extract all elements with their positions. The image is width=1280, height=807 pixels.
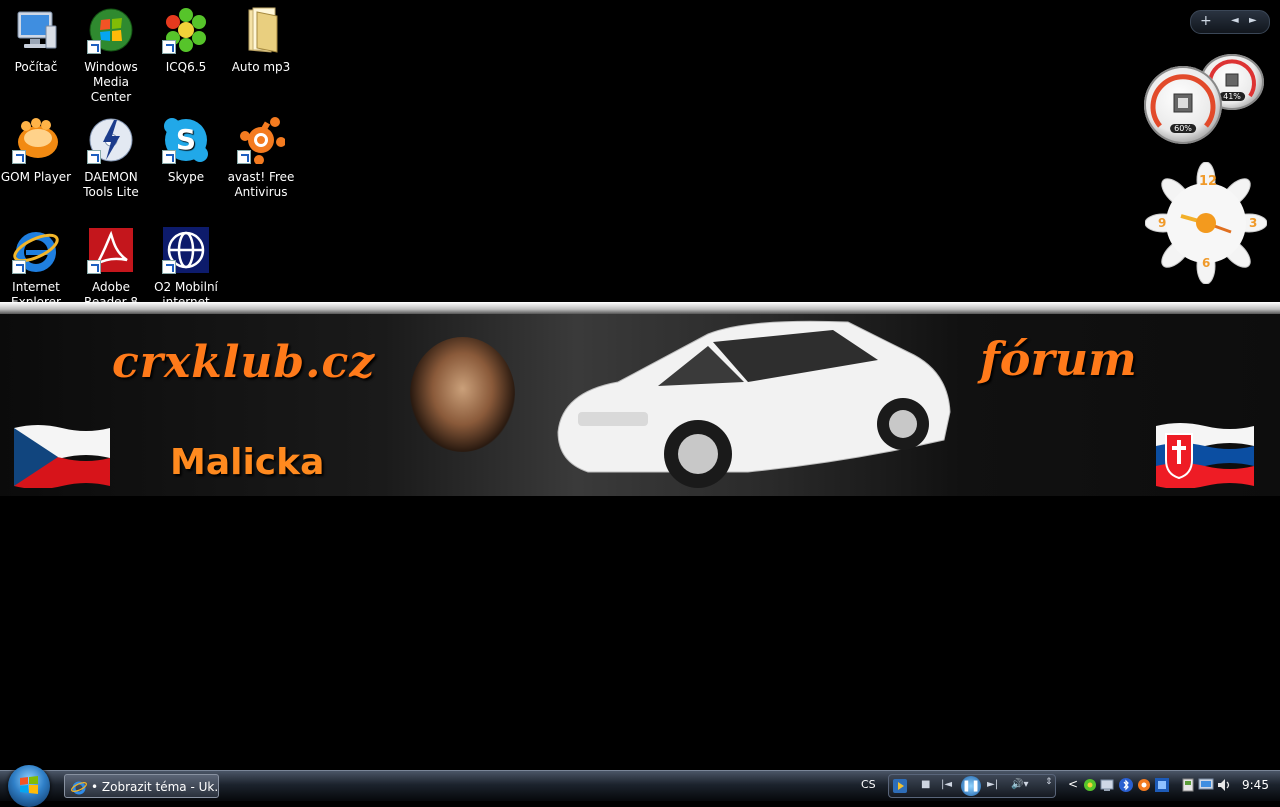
add-gadget-icon[interactable]: + bbox=[1200, 13, 1212, 29]
desktop-icon-label: ICQ6.5 bbox=[165, 60, 207, 74]
globe-icon bbox=[162, 226, 210, 274]
shortcut-arrow-icon bbox=[162, 150, 176, 164]
avast-tray-icon[interactable] bbox=[1136, 777, 1152, 793]
media-player-toolbar: ■ |◄ ❚❚ ►| 🔊▾ ⇕ bbox=[888, 774, 1056, 798]
device-tray-icon[interactable] bbox=[1180, 777, 1196, 793]
windows-logo-icon bbox=[20, 776, 38, 794]
clock-gadget[interactable]: 12 3 6 9 bbox=[1145, 162, 1267, 284]
memory-percent: 41% bbox=[1219, 92, 1245, 101]
bluetooth-tray-icon[interactable] bbox=[1118, 777, 1134, 793]
czech-flag-icon bbox=[14, 422, 110, 489]
display-tray-icon[interactable] bbox=[1198, 777, 1214, 793]
taskbar: • Zobrazit téma - Uk... CS ■ |◄ ❚❚ ►| 🔊▾… bbox=[0, 765, 1280, 807]
taskbar-window-title: • Zobrazit téma - Uk... bbox=[91, 780, 219, 794]
desktop-icon-label: Počítač bbox=[14, 60, 58, 74]
shortcut-arrow-icon bbox=[162, 260, 176, 274]
shortcut-arrow-icon bbox=[87, 150, 101, 164]
cpu-percent: 60% bbox=[1170, 124, 1196, 133]
next-track-icon[interactable]: ►| bbox=[987, 779, 998, 790]
car-image bbox=[548, 312, 968, 492]
desktop-icon-label: Auto mp3 bbox=[231, 60, 291, 74]
slovak-flag-icon bbox=[1156, 420, 1254, 489]
shortcut-arrow-icon bbox=[87, 260, 101, 274]
svg-text:S: S bbox=[176, 123, 196, 156]
restore-player-icon[interactable]: ⇕ bbox=[1045, 777, 1053, 787]
avast-icon bbox=[237, 116, 285, 164]
previous-track-icon[interactable]: |◄ bbox=[941, 779, 952, 790]
media-center-icon bbox=[87, 6, 135, 54]
language-indicator[interactable]: CS bbox=[861, 778, 876, 791]
sidebar-gadget-controls: + ◄ ► bbox=[1190, 10, 1270, 34]
shortcut-arrow-icon bbox=[237, 150, 251, 164]
desktop-icon-label: GOM Player bbox=[0, 170, 72, 184]
daemon-tools-icon bbox=[87, 116, 135, 164]
desktop-icon-skype[interactable]: S Skype bbox=[148, 114, 224, 185]
next-gadget-icon[interactable]: ► bbox=[1249, 15, 1257, 26]
previous-gadget-icon[interactable]: ◄ bbox=[1231, 15, 1239, 26]
internet-explorer-icon bbox=[71, 781, 87, 795]
folder-icon bbox=[237, 6, 285, 54]
cpu-gauge[interactable]: 60% bbox=[1144, 66, 1222, 144]
clock-number-3: 3 bbox=[1249, 216, 1258, 230]
gom-player-icon bbox=[12, 116, 60, 164]
shortcut-arrow-icon bbox=[87, 40, 101, 54]
shortcut-arrow-icon bbox=[162, 40, 176, 54]
desktop-icon-avast[interactable]: avast! Free Antivirus bbox=[223, 114, 299, 200]
icq-tray-icon[interactable] bbox=[1082, 777, 1098, 793]
icq-flower-icon bbox=[162, 6, 210, 54]
taskbar-window-button[interactable]: • Zobrazit téma - Uk... bbox=[64, 774, 219, 798]
desktop-icon-daemon-tools[interactable]: DAEMON Tools Lite bbox=[73, 114, 149, 200]
clock-number-9: 9 bbox=[1158, 216, 1167, 230]
desktop-icon-label: avast! Free Antivirus bbox=[227, 170, 295, 199]
update-tray-icon[interactable] bbox=[1154, 777, 1170, 793]
desktop-icon-media-center[interactable]: Windows Media Center bbox=[73, 4, 149, 105]
media-player-icon[interactable] bbox=[893, 779, 907, 793]
stop-icon[interactable]: ■ bbox=[921, 779, 930, 790]
start-button[interactable] bbox=[8, 765, 50, 807]
desktop-icon-gom-player[interactable]: GOM Player bbox=[0, 114, 74, 185]
desktop-icon-computer[interactable]: Počítač bbox=[0, 4, 74, 75]
computer-icon bbox=[12, 6, 60, 54]
skype-icon: S bbox=[162, 116, 210, 164]
desktop-icon-label: Skype bbox=[167, 170, 205, 184]
desktop-icon-internet-explorer[interactable]: Internet Explorer bbox=[0, 224, 74, 310]
brand-text: crxklub.cz bbox=[112, 337, 376, 388]
desktop-icon-adobe-reader[interactable]: Adobe Reader 8 bbox=[73, 224, 149, 310]
nickname-text: Malicka bbox=[170, 442, 325, 483]
network-tray-icon[interactable] bbox=[1100, 777, 1116, 793]
forum-text: fórum bbox=[980, 332, 1137, 386]
internet-explorer-icon bbox=[12, 226, 60, 274]
clock-number-12: 12 bbox=[1199, 174, 1218, 189]
desktop-icon-label: Windows Media Center bbox=[84, 60, 138, 104]
desktop-icon-o2-mobile-internet[interactable]: O2 Mobilní internet bbox=[148, 224, 224, 310]
show-hidden-icons-icon[interactable]: < bbox=[1068, 777, 1078, 791]
shortcut-arrow-icon bbox=[12, 150, 26, 164]
volume-icon[interactable]: 🔊▾ bbox=[1011, 779, 1028, 790]
desktop-icon-icq[interactable]: ICQ6.5 bbox=[148, 4, 224, 75]
wallpaper-banner: crxklub.cz Malicka fórum bbox=[0, 302, 1280, 496]
desktop-icon-auto-mp3[interactable]: Auto mp3 bbox=[223, 4, 299, 75]
adobe-reader-icon bbox=[87, 226, 135, 274]
taskbar-clock[interactable]: 9:45 bbox=[1242, 778, 1269, 792]
shortcut-arrow-icon bbox=[12, 260, 26, 274]
volume-tray-icon[interactable] bbox=[1216, 777, 1232, 793]
clock-number-6: 6 bbox=[1202, 256, 1211, 270]
desktop-icon-label: DAEMON Tools Lite bbox=[83, 170, 139, 199]
pause-icon[interactable]: ❚❚ bbox=[961, 776, 981, 796]
person-photo bbox=[410, 337, 515, 452]
banner-top-strip bbox=[0, 302, 1280, 314]
